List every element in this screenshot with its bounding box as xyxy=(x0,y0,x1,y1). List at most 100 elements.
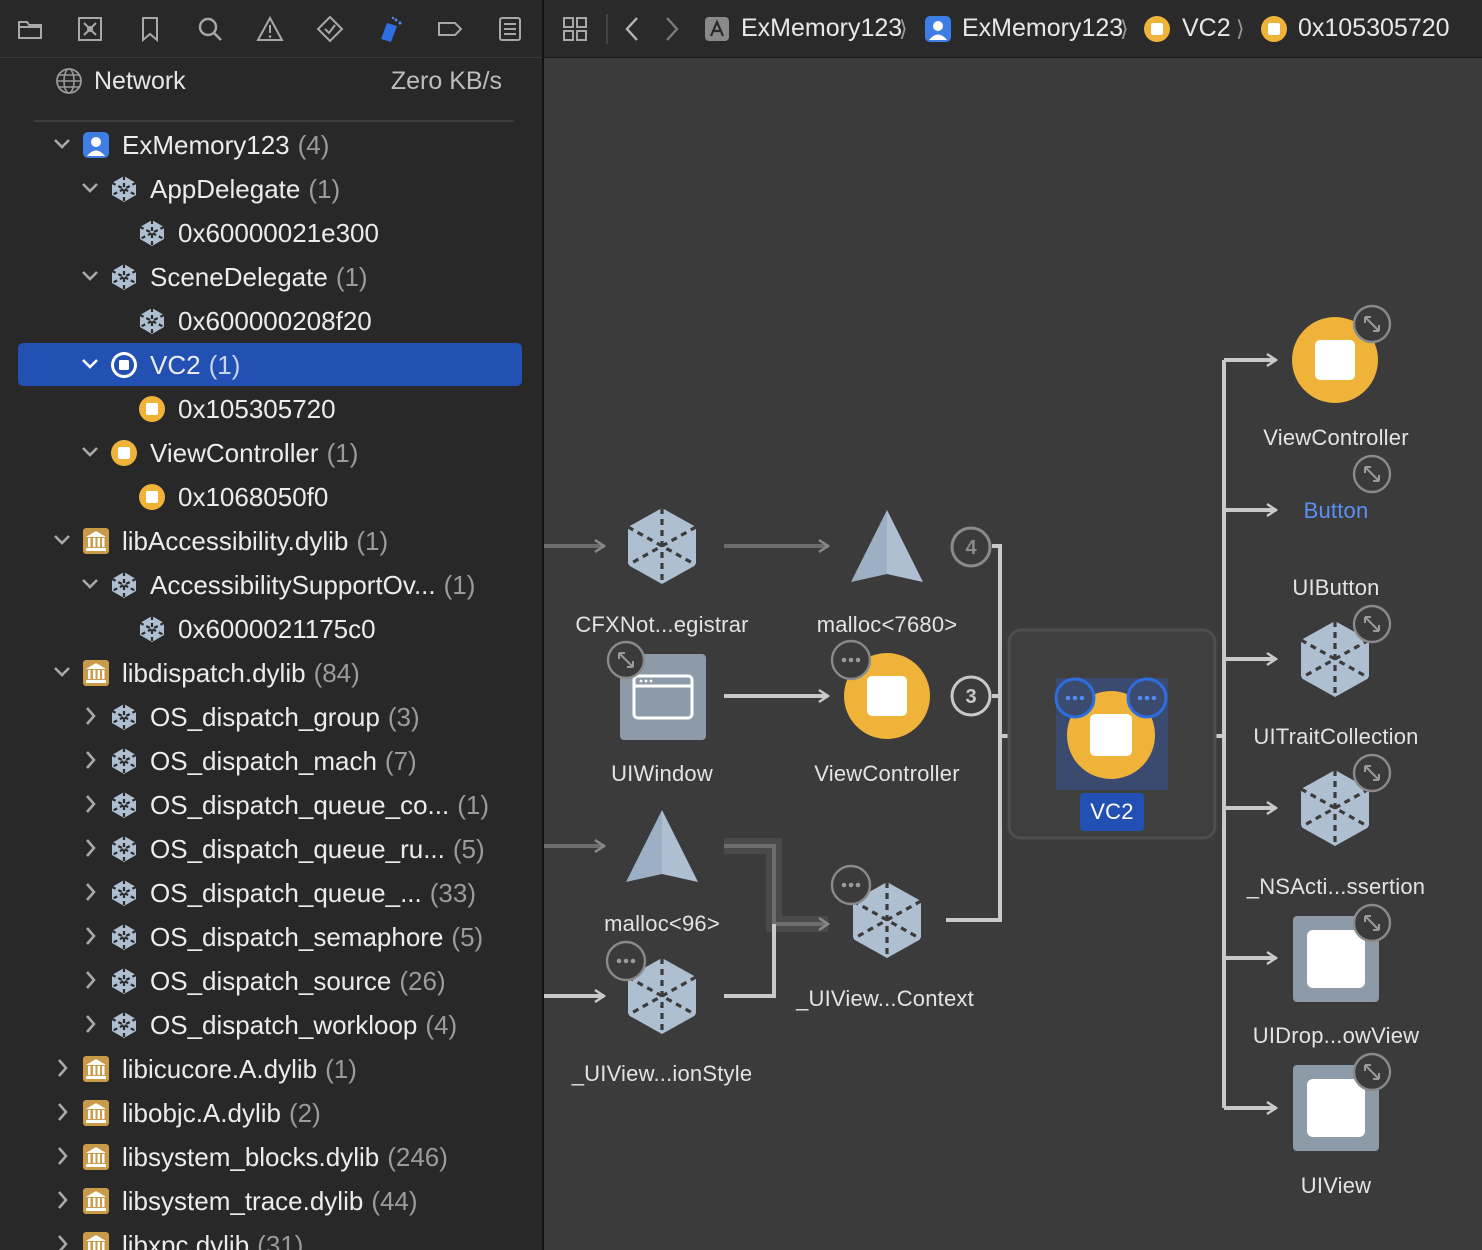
divider xyxy=(34,120,514,122)
folder-icon[interactable] xyxy=(15,14,45,44)
back-chevron-icon[interactable] xyxy=(618,14,648,44)
chevron-right-icon[interactable] xyxy=(80,881,100,903)
chevron-right-icon[interactable] xyxy=(52,1145,72,1167)
tree-row[interactable]: ExMemory123 (4) xyxy=(0,123,542,167)
tree-row[interactable]: libAccessibility.dylib (1) xyxy=(0,519,542,563)
chevron-right-icon[interactable] xyxy=(52,1101,72,1123)
bookmark-icon[interactable] xyxy=(135,14,165,44)
chevron-right-icon[interactable] xyxy=(80,969,100,991)
malloc-96-node-icon[interactable] xyxy=(626,810,698,882)
chevron-down-icon[interactable] xyxy=(52,661,72,683)
tree-row[interactable]: libsystem_blocks.dylib (246) xyxy=(0,1135,542,1179)
network-label: Network xyxy=(94,67,186,95)
reference-count-badge[interactable]: 3 xyxy=(950,675,992,717)
more-icon[interactable] xyxy=(830,864,872,906)
warning-icon[interactable] xyxy=(255,14,285,44)
tree-row-label: libobjc.A.dylib (2) xyxy=(122,1098,321,1129)
test-icon[interactable] xyxy=(315,14,345,44)
app-target-icon xyxy=(925,16,951,42)
tree-row[interactable]: 0x60000021e300 xyxy=(0,211,542,255)
tree-row[interactable]: OS_dispatch_queue_co... (1) xyxy=(0,783,542,827)
tree-row-name: libxpc.dylib xyxy=(122,1230,250,1250)
breadcrumb-instance[interactable]: 0x105305720 xyxy=(1298,14,1450,43)
memory-graph-pane: ExMemory123 ⟩ ExMemory123 ⟩ VC2 ⟩ 0x1053… xyxy=(544,0,1482,1250)
expand-icon[interactable] xyxy=(1352,454,1392,494)
expand-icon[interactable] xyxy=(1352,1052,1392,1092)
tree-row[interactable]: OS_dispatch_queue_... (33) xyxy=(0,871,542,915)
chevron-down-icon[interactable] xyxy=(52,133,72,155)
related-items-icon[interactable] xyxy=(560,14,590,44)
malloc-7680-node-icon[interactable] xyxy=(851,510,923,582)
tree-row[interactable]: ViewController (1) xyxy=(0,431,542,475)
chevron-down-icon[interactable] xyxy=(80,573,100,595)
expand-icon[interactable] xyxy=(1352,903,1392,943)
tree-row-name: OS_dispatch_source xyxy=(150,966,392,996)
tree-row[interactable]: VC2 (1) xyxy=(0,343,542,387)
chevron-right-icon[interactable] xyxy=(52,1233,72,1250)
tree-row[interactable]: OS_dispatch_group (3) xyxy=(0,695,542,739)
library-icon xyxy=(83,1188,109,1214)
memory-graph-canvas[interactable]: 4 3 CFXNot...egistrar malloc<7680> UIWin… xyxy=(544,58,1482,1250)
tree-row[interactable]: SceneDelegate (1) xyxy=(0,255,542,299)
tree-row[interactable]: 0x6000021175c0 xyxy=(0,607,542,651)
node-label-malloc96: malloc<96> xyxy=(604,911,720,936)
search-icon[interactable] xyxy=(195,14,225,44)
breakpoint-icon[interactable] xyxy=(435,14,465,44)
expand-icon[interactable] xyxy=(606,640,646,680)
chevron-right-icon[interactable] xyxy=(80,837,100,859)
node-label-button[interactable]: Button xyxy=(1304,498,1369,524)
tree-row-label: AccessibilitySupportOv... (1) xyxy=(150,570,475,601)
breadcrumb-project[interactable]: ExMemory123 xyxy=(741,14,902,43)
more-icon[interactable] xyxy=(830,639,872,681)
chevron-right-icon[interactable] xyxy=(52,1189,72,1211)
expand-icon[interactable] xyxy=(1352,304,1392,344)
reference-count-badge[interactable]: 4 xyxy=(950,526,992,568)
forward-chevron-icon[interactable] xyxy=(656,14,686,44)
chevron-down-icon[interactable] xyxy=(52,529,72,551)
tree-row[interactable]: libobjc.A.dylib (2) xyxy=(0,1091,542,1135)
node-label-cfx: CFXNot...egistrar xyxy=(575,612,749,637)
tree-row[interactable]: AppDelegate (1) xyxy=(0,167,542,211)
tree-row[interactable]: libxpc.dylib (31) xyxy=(0,1223,542,1250)
tree-row-label: OS_dispatch_group (3) xyxy=(150,702,420,733)
node-label-uiwindow: UIWindow xyxy=(611,761,713,786)
tree-row[interactable]: OS_dispatch_semaphore (5) xyxy=(0,915,542,959)
chevron-right-icon[interactable] xyxy=(80,1013,100,1035)
more-icon[interactable] xyxy=(1126,677,1168,719)
tree-row[interactable]: 0x600000208f20 xyxy=(0,299,542,343)
chevron-down-icon[interactable] xyxy=(80,353,100,375)
tree-row[interactable]: OS_dispatch_queue_ru... (5) xyxy=(0,827,542,871)
tree-row[interactable]: OS_dispatch_mach (7) xyxy=(0,739,542,783)
chevron-right-icon[interactable] xyxy=(52,1057,72,1079)
chevron-down-icon[interactable] xyxy=(80,441,100,463)
node-label-uidrop: UIDrop...owView xyxy=(1252,1023,1420,1048)
tree-row[interactable]: 0x105305720 xyxy=(0,387,542,431)
chevron-right-icon[interactable] xyxy=(80,705,100,727)
expand-icon[interactable] xyxy=(1352,604,1392,644)
chevron-down-icon[interactable] xyxy=(80,177,100,199)
expand-icon[interactable] xyxy=(1352,753,1392,793)
cfx-node-icon[interactable] xyxy=(626,506,698,586)
breadcrumb-target[interactable]: ExMemory123 xyxy=(962,14,1123,43)
tree-row[interactable]: libicucore.A.dylib (1) xyxy=(0,1047,542,1091)
network-gauge-row[interactable]: Network Zero KB/s xyxy=(0,58,542,106)
tree-row[interactable]: libdispatch.dylib (84) xyxy=(0,651,542,695)
source-control-icon[interactable] xyxy=(75,14,105,44)
chevron-down-icon[interactable] xyxy=(80,265,100,287)
breadcrumb-class[interactable]: VC2 xyxy=(1182,14,1231,43)
more-icon[interactable] xyxy=(605,940,647,982)
tree-row[interactable]: OS_dispatch_workloop (4) xyxy=(0,1003,542,1047)
more-icon[interactable] xyxy=(1054,677,1096,719)
tree-row[interactable]: 0x1068050f0 xyxy=(0,475,542,519)
tree-row[interactable]: AccessibilitySupportOv... (1) xyxy=(0,563,542,607)
report-icon[interactable] xyxy=(495,14,525,44)
tree-row[interactable]: libsystem_trace.dylib (44) xyxy=(0,1179,542,1223)
chevron-right-icon[interactable] xyxy=(80,925,100,947)
tree-row-name: OS_dispatch_workloop xyxy=(150,1010,418,1040)
tree-row-label: OS_dispatch_queue_co... (1) xyxy=(150,790,489,821)
chevron-right-icon[interactable] xyxy=(80,749,100,771)
debug-icon[interactable] xyxy=(375,14,405,44)
tree-row-name: OS_dispatch_mach xyxy=(150,746,377,776)
chevron-right-icon[interactable] xyxy=(80,793,100,815)
tree-row[interactable]: OS_dispatch_source (26) xyxy=(0,959,542,1003)
